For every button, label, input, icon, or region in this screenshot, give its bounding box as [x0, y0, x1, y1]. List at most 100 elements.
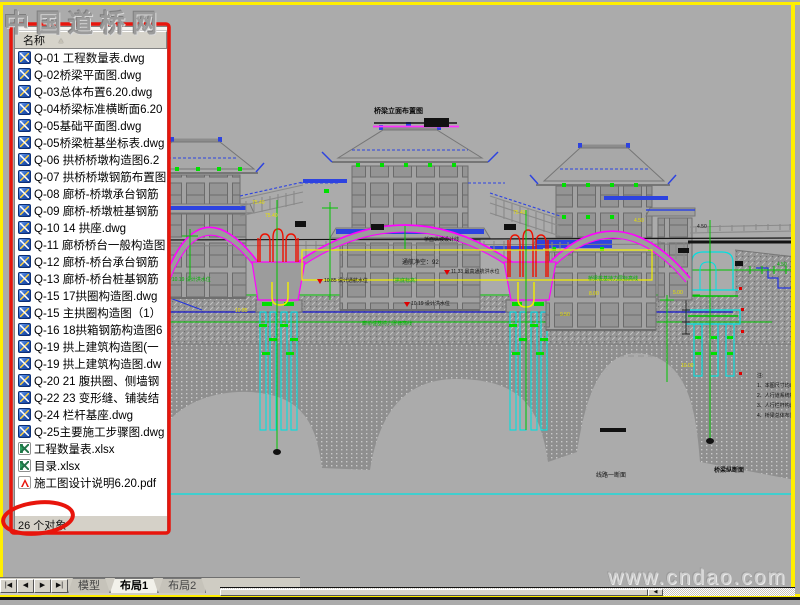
tab-nav-last-button[interactable]: ▶| [51, 579, 68, 593]
file-name: Q-12 廊桥-桥台承台钢筋 [34, 256, 159, 269]
file-name: Q-01 工程数量表.dwg [34, 52, 145, 65]
file-name: Q-24 栏杆基座.dwg [34, 409, 134, 422]
tab-nav-prev-button[interactable]: ◀ [17, 579, 34, 593]
file-list-item[interactable]: 工程数量表.xlsx [15, 440, 167, 457]
file-type-icon [18, 153, 31, 166]
panel-filler [15, 492, 167, 515]
file-list-item[interactable]: Q-02桥梁平面图.dwg [15, 66, 167, 83]
tab-nav-next-button[interactable]: ▶ [34, 579, 51, 593]
file-name: Q-25主要施工步骤图.dwg [34, 426, 165, 439]
file-name: Q-08 廊桥-桥墩承台钢筋 [34, 188, 159, 201]
file-name: Q-04桥梁标准横断面6.20 [34, 103, 163, 116]
file-list-item[interactable]: Q-11 廊桥桥台一般构造图 [15, 236, 167, 253]
file-list-item[interactable]: Q-09 廊桥-桥墩桩基钢筋 [15, 202, 167, 219]
file-list-item[interactable]: 目录.xlsx [15, 457, 167, 474]
file-name: Q-15 主拱圈构造图（1） [34, 307, 162, 320]
file-list-item[interactable]: Q-05桥梁桩基坐标表.dwg [15, 134, 167, 151]
file-list-item[interactable]: Q-01 工程数量表.dwg [15, 49, 167, 66]
file-type-icon [18, 221, 31, 234]
file-type-icon [18, 51, 31, 64]
file-list-item[interactable]: Q-19 拱上建筑构造图(一 [15, 338, 167, 355]
file-type-icon [18, 272, 31, 285]
file-type-icon [18, 119, 31, 132]
file-list-item[interactable]: Q-15 主拱圈构造图（1） [15, 304, 167, 321]
file-type-icon [18, 391, 31, 404]
file-explorer-panel: 名称 ▲ Q-01 工程数量表.dwg Q-02桥梁平面图.dwg Q-03总体… [14, 26, 168, 534]
ground-anchor-dot [706, 438, 714, 444]
file-list-item[interactable]: Q-15 17拱圈构造图.dwg [15, 287, 167, 304]
file-type-icon [18, 374, 31, 387]
file-type-icon [18, 136, 31, 149]
file-list-item[interactable]: Q-12 廊桥-桥台承台钢筋 [15, 253, 167, 270]
highlight-border-top [0, 2, 800, 5]
highlight-border-right [791, 2, 795, 595]
file-list-item[interactable]: Q-10 14 拱座.dwg [15, 219, 167, 236]
column-header-label: 名称 [23, 35, 45, 47]
scrollbar-thumb[interactable] [220, 589, 648, 596]
file-name: Q-22 23 变形缝、铺装结 [34, 392, 160, 405]
file-name: Q-19 拱上建筑构造图(一 [34, 341, 159, 354]
file-list-item[interactable]: Q-19 拱上建筑构造图.dw [15, 355, 167, 372]
file-name: Q-16 18拱箱钢筋构造图6 [34, 324, 163, 337]
file-name: Q-07 拱桥桥墩钢筋布置图 [34, 171, 167, 184]
file-name: Q-11 廊桥桥台一般构造图 [34, 239, 166, 252]
file-list-item[interactable]: Q-07 拱桥桥墩钢筋布置图 [15, 168, 167, 185]
file-type-icon [18, 323, 31, 336]
file-name: Q-06 拱桥桥墩构造图6.2 [34, 154, 160, 167]
file-list-item[interactable]: Q-03总体布置6.20.dwg [15, 83, 167, 100]
file-type-icon [18, 425, 31, 438]
file-name: Q-10 14 拱座.dwg [34, 222, 127, 235]
scrollbar-splitter[interactable]: ◀ [648, 589, 663, 596]
file-name: Q-15 17拱圈构造图.dwg [34, 290, 158, 303]
file-type-icon [18, 289, 31, 302]
tab-nav-first-button[interactable]: |◀ [0, 579, 17, 593]
file-type-icon [18, 357, 31, 370]
pavilion-center [300, 122, 505, 311]
file-name: Q-02桥梁平面图.dwg [34, 69, 142, 82]
file-list: Q-01 工程数量表.dwg Q-02桥梁平面图.dwg Q-03总体布置6.2… [15, 49, 167, 492]
file-name: Q-19 拱上建筑构造图.dw [34, 358, 162, 371]
file-name: Q-13 廊桥-桥台桩基钢筋 [34, 273, 159, 286]
file-type-icon [18, 306, 31, 319]
file-list-item[interactable]: Q-04桥梁标准横断面6.20 [15, 100, 167, 117]
file-list-item[interactable]: Q-22 23 变形缝、铺装结 [15, 389, 167, 406]
file-list-item[interactable]: Q-24 栏杆基座.dwg [15, 406, 167, 423]
file-name: Q-05基础平面图.dwg [34, 120, 142, 133]
file-name: 施工图设计说明6.20.pdf [34, 477, 157, 490]
highlight-border-left [0, 2, 3, 595]
file-list-item[interactable]: Q-05基础平面图.dwg [15, 117, 167, 134]
file-list-item[interactable]: 施工图设计说明6.20.pdf [15, 474, 167, 491]
file-type-icon [18, 187, 31, 200]
ground-anchor-dot [273, 449, 281, 455]
file-list-item[interactable]: Q-08 廊桥-桥墩承台钢筋 [15, 185, 167, 202]
file-type-icon [18, 102, 31, 115]
sort-asc-icon: ▲ [57, 35, 65, 45]
file-list-item[interactable]: Q-25主要施工步骤图.dwg [15, 423, 167, 440]
file-type-icon [18, 170, 31, 183]
object-count-status: 26 个对象 [15, 515, 167, 533]
file-name: Q-09 廊桥-桥墩桩基钢筋 [34, 205, 159, 218]
file-name: Q-05桥梁桩基坐标表.dwg [34, 137, 165, 150]
file-name: Q-20 21 腹拱圈、侧墙钢 [34, 375, 160, 388]
file-name: Q-03总体布置6.20.dwg [34, 86, 153, 99]
file-list-item[interactable]: Q-06 拱桥桥墩构造图6.2 [15, 151, 167, 168]
file-name: 工程数量表.xlsx [34, 443, 115, 456]
file-list-item[interactable]: Q-16 18拱箱钢筋构造图6 [15, 321, 167, 338]
file-type-icon [18, 204, 31, 217]
file-type-icon [18, 85, 31, 98]
file-type-icon [18, 476, 31, 489]
file-type-icon [18, 238, 31, 251]
file-type-icon [18, 255, 31, 268]
file-type-icon [18, 340, 31, 353]
tab-layout1[interactable]: 布局1 [110, 578, 158, 593]
file-type-icon [18, 408, 31, 421]
tab-model[interactable]: 模型 [68, 578, 110, 593]
horizontal-scrollbar[interactable]: ◀ [220, 587, 795, 596]
column-header-name[interactable]: 名称 ▲ [15, 31, 167, 49]
file-type-icon [18, 442, 31, 455]
file-list-item[interactable]: Q-20 21 腹拱圈、侧墙钢 [15, 372, 167, 389]
tab-layout2[interactable]: 布局2 [158, 578, 206, 593]
file-list-item[interactable]: Q-13 廊桥-桥台桩基钢筋 [15, 270, 167, 287]
file-type-icon [18, 68, 31, 81]
cad-application-window: { "watermarks": { "top_left": "中国道桥网", "… [0, 0, 800, 600]
